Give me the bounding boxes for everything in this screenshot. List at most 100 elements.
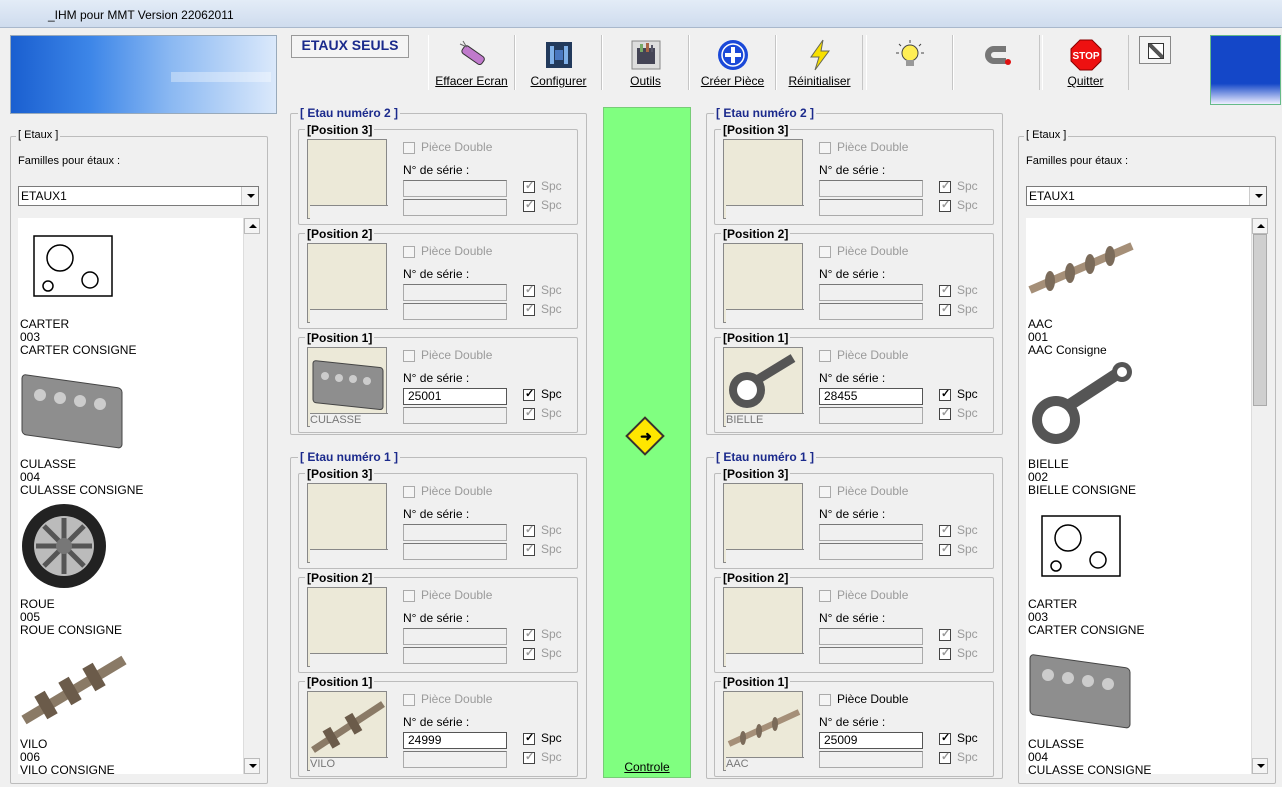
- double-part-checkbox[interactable]: [819, 142, 831, 154]
- cylinder-head-image: [20, 360, 130, 458]
- double-part-checkbox[interactable]: [403, 246, 415, 258]
- double-part-checkbox[interactable]: [819, 246, 831, 258]
- right-list-scrollbar[interactable]: [1251, 218, 1268, 774]
- spc-checkbox[interactable]: [523, 387, 535, 401]
- spc-checkbox[interactable]: [939, 387, 951, 401]
- part-name: [310, 549, 388, 563]
- clear-screen-button[interactable]: Effacer Ecran: [428, 35, 515, 90]
- vise-title: [ Etau numéro 1 ]: [714, 450, 817, 464]
- serial-input[interactable]: [403, 284, 507, 301]
- spc-checkbox[interactable]: [939, 627, 951, 641]
- serial-input[interactable]: [819, 524, 923, 541]
- serial-input[interactable]: [819, 628, 923, 645]
- quit-button[interactable]: STOP Quitter: [1042, 35, 1129, 90]
- left-part-list[interactable]: CARTER 003 CARTER CONSIGNE CULASSE 004 CULAS…: [18, 218, 260, 774]
- spc-checkbox[interactable]: [523, 283, 535, 297]
- part-image: [307, 483, 388, 563]
- double-part-checkbox[interactable]: [403, 350, 415, 362]
- scroll-thumb[interactable]: [1253, 234, 1267, 406]
- spc-checkbox-secondary[interactable]: [523, 406, 535, 420]
- double-part-checkbox[interactable]: [403, 694, 415, 706]
- serial-label: N° de série :: [819, 611, 886, 625]
- spc-checkbox-secondary[interactable]: [939, 646, 951, 660]
- position-title: [Position 3]: [721, 123, 791, 137]
- spc-checkbox-secondary[interactable]: [523, 542, 535, 556]
- position-3-panel: [Position 3] Pièce Double N° de série : …: [298, 467, 578, 569]
- list-item[interactable]: VILO 006 VILO CONSIGNE: [20, 640, 240, 774]
- spc-label: Spc: [957, 523, 978, 537]
- spc-checkbox-secondary[interactable]: [939, 302, 951, 316]
- spc-checkbox-secondary[interactable]: [939, 198, 951, 212]
- spc-checkbox[interactable]: [939, 523, 951, 537]
- spc-checkbox[interactable]: [523, 731, 535, 745]
- left-families-label: Familles pour étaux :: [18, 155, 121, 167]
- spc-checkbox-secondary[interactable]: [939, 406, 951, 420]
- configure-button[interactable]: Configurer: [515, 35, 602, 90]
- position-3-panel: [Position 3] Pièce Double N° de série : …: [714, 123, 994, 225]
- spc-checkbox[interactable]: [939, 731, 951, 745]
- spc-checkbox[interactable]: [523, 627, 535, 641]
- double-part-label: Pièce Double: [837, 692, 909, 706]
- wheel-image: [20, 500, 130, 598]
- spc-checkbox[interactable]: [939, 283, 951, 297]
- serial-input[interactable]: 25009: [819, 732, 923, 749]
- scroll-down-icon[interactable]: [1252, 758, 1268, 774]
- spc-checkbox-secondary[interactable]: [523, 646, 535, 660]
- list-item[interactable]: CULASSE 004 CULASSE CONSIGNE: [1028, 640, 1248, 774]
- spc-checkbox[interactable]: [523, 523, 535, 537]
- connect-button[interactable]: [953, 35, 1040, 90]
- serial-input[interactable]: 25001: [403, 388, 507, 405]
- scroll-up-icon[interactable]: [1252, 218, 1268, 234]
- spc-checkbox-secondary[interactable]: [939, 542, 951, 556]
- serial-input[interactable]: [403, 628, 507, 645]
- serial-input[interactable]: 28455: [819, 388, 923, 405]
- position-1-panel: [Position 1] CULASSE Pièce Double N° de …: [298, 331, 578, 433]
- right-part-list[interactable]: AAC 001 AAC Consigne BIELLE 002 BIELLE CONSI…: [1026, 218, 1268, 774]
- spc-checkbox-secondary[interactable]: [523, 302, 535, 316]
- serial-input[interactable]: [819, 284, 923, 301]
- double-part-checkbox[interactable]: [819, 694, 831, 706]
- left-list-scrollbar[interactable]: [243, 218, 260, 774]
- scroll-up-icon[interactable]: [244, 218, 260, 234]
- spc-checkbox-secondary[interactable]: [523, 750, 535, 764]
- help-button[interactable]: [866, 35, 953, 90]
- double-part-checkbox[interactable]: [819, 350, 831, 362]
- list-item[interactable]: AAC 001 AAC Consigne: [1028, 220, 1248, 360]
- create-part-button[interactable]: Créer Pièce: [689, 35, 776, 90]
- spc-checkbox[interactable]: [523, 179, 535, 193]
- double-part-checkbox[interactable]: [403, 142, 415, 154]
- double-part-checkbox[interactable]: [819, 590, 831, 602]
- vise-title: [ Etau numéro 2 ]: [714, 106, 817, 120]
- vise-title: [ Etau numéro 1 ]: [298, 450, 401, 464]
- spc-checkbox[interactable]: [939, 179, 951, 193]
- reset-button[interactable]: Réinitialiser: [776, 35, 863, 90]
- chevron-down-icon[interactable]: [241, 187, 258, 205]
- arrow-right-icon: ➜: [640, 428, 652, 444]
- right-family-select[interactable]: ETAUX1: [1026, 186, 1267, 206]
- spc-checkbox-secondary[interactable]: [939, 750, 951, 764]
- chevron-down-icon[interactable]: [1249, 187, 1266, 205]
- list-item[interactable]: CULASSE 004 CULASSE CONSIGNE: [20, 360, 240, 500]
- list-item[interactable]: ROUE 005 ROUE CONSIGNE: [20, 500, 240, 640]
- part-name: VILO: [310, 757, 388, 771]
- serial-label: N° de série :: [403, 715, 470, 729]
- tools-button[interactable]: Outils: [602, 35, 689, 90]
- list-item[interactable]: CARTER 003 CARTER CONSIGNE: [20, 220, 240, 360]
- part-name: [726, 205, 804, 219]
- left-family-select[interactable]: ETAUX1: [18, 186, 259, 206]
- pin-button[interactable]: [1139, 36, 1171, 64]
- list-item[interactable]: CARTER 003 CARTER CONSIGNE: [1028, 500, 1248, 640]
- double-part-checkbox[interactable]: [403, 590, 415, 602]
- list-item[interactable]: BIELLE 002 BIELLE CONSIGNE: [1028, 360, 1248, 500]
- serial-input[interactable]: [819, 180, 923, 197]
- double-part-checkbox[interactable]: [819, 486, 831, 498]
- serial-input[interactable]: 24999: [403, 732, 507, 749]
- scroll-down-icon[interactable]: [244, 758, 260, 774]
- serial-input[interactable]: [403, 524, 507, 541]
- serial-input[interactable]: [403, 180, 507, 197]
- spc-checkbox-secondary[interactable]: [523, 198, 535, 212]
- double-part-checkbox[interactable]: [403, 486, 415, 498]
- serial-input-secondary: [819, 543, 923, 560]
- part-image: [723, 139, 804, 219]
- spc-label: Spc: [541, 283, 562, 297]
